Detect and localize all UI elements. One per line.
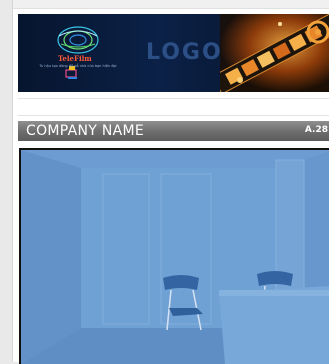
logo-placeholder[interactable]: LOGO (146, 40, 223, 65)
section-title-bar: COMPANY NAME A.28 (18, 121, 329, 141)
film-reel-icon (220, 14, 329, 92)
brand-name: TeleFilm (58, 54, 92, 63)
room-illustration (21, 150, 329, 364)
globe-icon (57, 26, 99, 79)
page: TeleFilm Tu hậu tạo dòng đồ gỗ nhà của b… (12, 0, 329, 364)
section-code: A.28 (304, 125, 328, 135)
navigation-bar (18, 98, 329, 116)
company-name: COMPANY NAME (26, 123, 145, 139)
brand-logo[interactable]: TeleFilm Tu hậu tạo dòng đồ gỗ nhà của b… (32, 20, 124, 84)
header-banner: TeleFilm Tu hậu tạo dòng đồ gỗ nhà của b… (18, 14, 329, 92)
room-photo[interactable] (19, 148, 329, 364)
brand-tagline: Tu hậu tạo dòng đồ gỗ nhà của bạn hiện đ… (39, 64, 117, 68)
top-strip (13, 0, 329, 9)
